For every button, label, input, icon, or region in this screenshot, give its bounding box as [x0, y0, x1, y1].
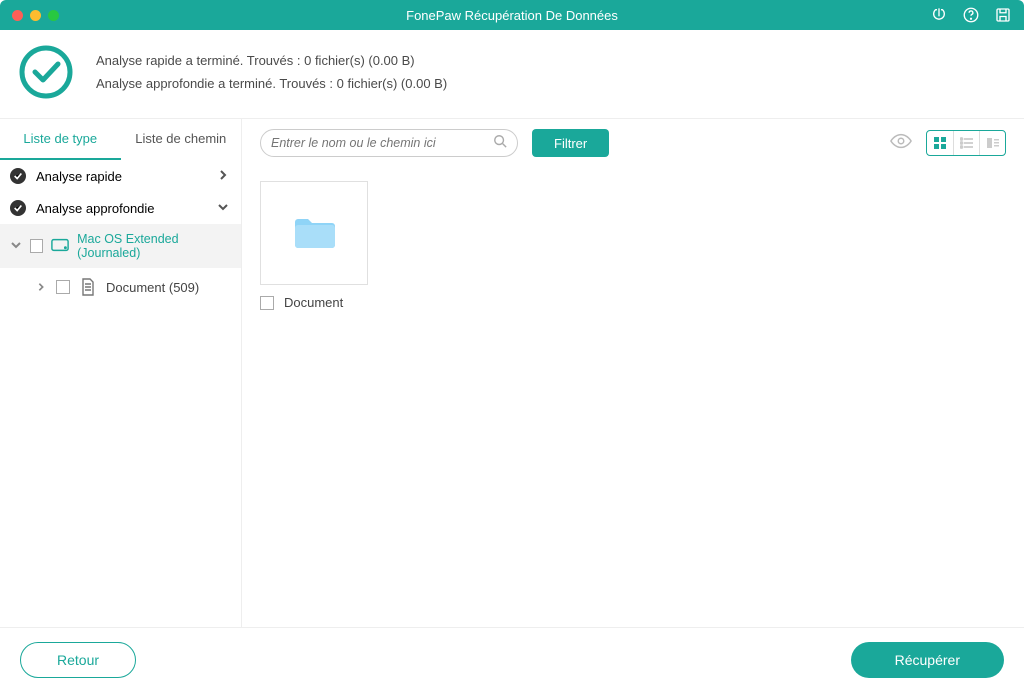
tree-quick-scan[interactable]: Analyse rapide	[0, 160, 241, 192]
status-panel: Analyse rapide a terminé. Trouvés : 0 fi…	[0, 30, 1024, 119]
file-label: Document	[284, 295, 343, 310]
list-view-button[interactable]	[953, 131, 979, 155]
chevron-right-icon	[36, 280, 46, 295]
check-icon	[10, 200, 26, 216]
recover-button[interactable]: Récupérer	[851, 642, 1004, 678]
folder-icon	[260, 181, 368, 285]
document-label: Document (509)	[106, 280, 199, 295]
sidebar: Liste de type Liste de chemin Analyse ra…	[0, 119, 242, 627]
maximize-window-button[interactable]	[48, 10, 59, 21]
toolbar: Filtrer	[242, 119, 1024, 167]
save-icon[interactable]	[994, 6, 1012, 24]
app-title: FonePaw Récupération De Données	[406, 8, 618, 23]
chevron-right-icon	[217, 169, 231, 184]
titlebar: FonePaw Récupération De Données	[0, 0, 1024, 30]
help-icon[interactable]	[962, 6, 980, 24]
tree-label: Analyse approfondie	[36, 201, 207, 216]
back-button[interactable]: Retour	[20, 642, 136, 678]
tree-label: Analyse rapide	[36, 169, 207, 184]
drive-icon	[51, 238, 69, 255]
check-icon	[10, 168, 26, 184]
view-toggles	[890, 130, 1006, 156]
chevron-down-icon	[217, 201, 231, 216]
preview-icon[interactable]	[890, 133, 912, 154]
minimize-window-button[interactable]	[30, 10, 41, 21]
footer: Retour Récupérer	[0, 627, 1024, 692]
tree-deep-scan[interactable]: Analyse approfondie	[0, 192, 241, 224]
content-area: Filtrer	[242, 119, 1024, 627]
tree-drive[interactable]: Mac OS Extended (Journaled)	[0, 224, 241, 268]
file-item[interactable]: Document	[260, 181, 368, 310]
document-checkbox[interactable]	[56, 280, 70, 294]
file-grid: Document	[242, 167, 1024, 627]
complete-check-icon	[18, 44, 74, 100]
chevron-down-icon	[10, 239, 22, 254]
window-controls	[12, 10, 59, 21]
drive-label: Mac OS Extended (Journaled)	[77, 232, 233, 260]
detail-view-button[interactable]	[979, 131, 1005, 155]
filter-button[interactable]: Filtrer	[532, 129, 609, 157]
document-icon	[80, 278, 96, 296]
status-line-quick: Analyse rapide a terminé. Trouvés : 0 fi…	[96, 53, 447, 68]
status-line-deep: Analyse approfondie a terminé. Trouvés :…	[96, 76, 447, 91]
file-checkbox[interactable]	[260, 296, 274, 310]
tab-path-list[interactable]: Liste de chemin	[121, 119, 242, 160]
tree: Analyse rapide Analyse approfondie	[0, 160, 241, 306]
search-input[interactable]	[271, 136, 493, 150]
share-icon[interactable]	[930, 6, 948, 24]
search-box[interactable]	[260, 129, 518, 157]
tree-document[interactable]: Document (509)	[0, 268, 241, 306]
titlebar-actions	[930, 6, 1012, 24]
search-icon[interactable]	[493, 134, 507, 153]
grid-view-button[interactable]	[927, 131, 953, 155]
close-window-button[interactable]	[12, 10, 23, 21]
tab-type-list[interactable]: Liste de type	[0, 119, 121, 160]
drive-checkbox[interactable]	[30, 239, 43, 253]
sidebar-tabs: Liste de type Liste de chemin	[0, 119, 241, 160]
